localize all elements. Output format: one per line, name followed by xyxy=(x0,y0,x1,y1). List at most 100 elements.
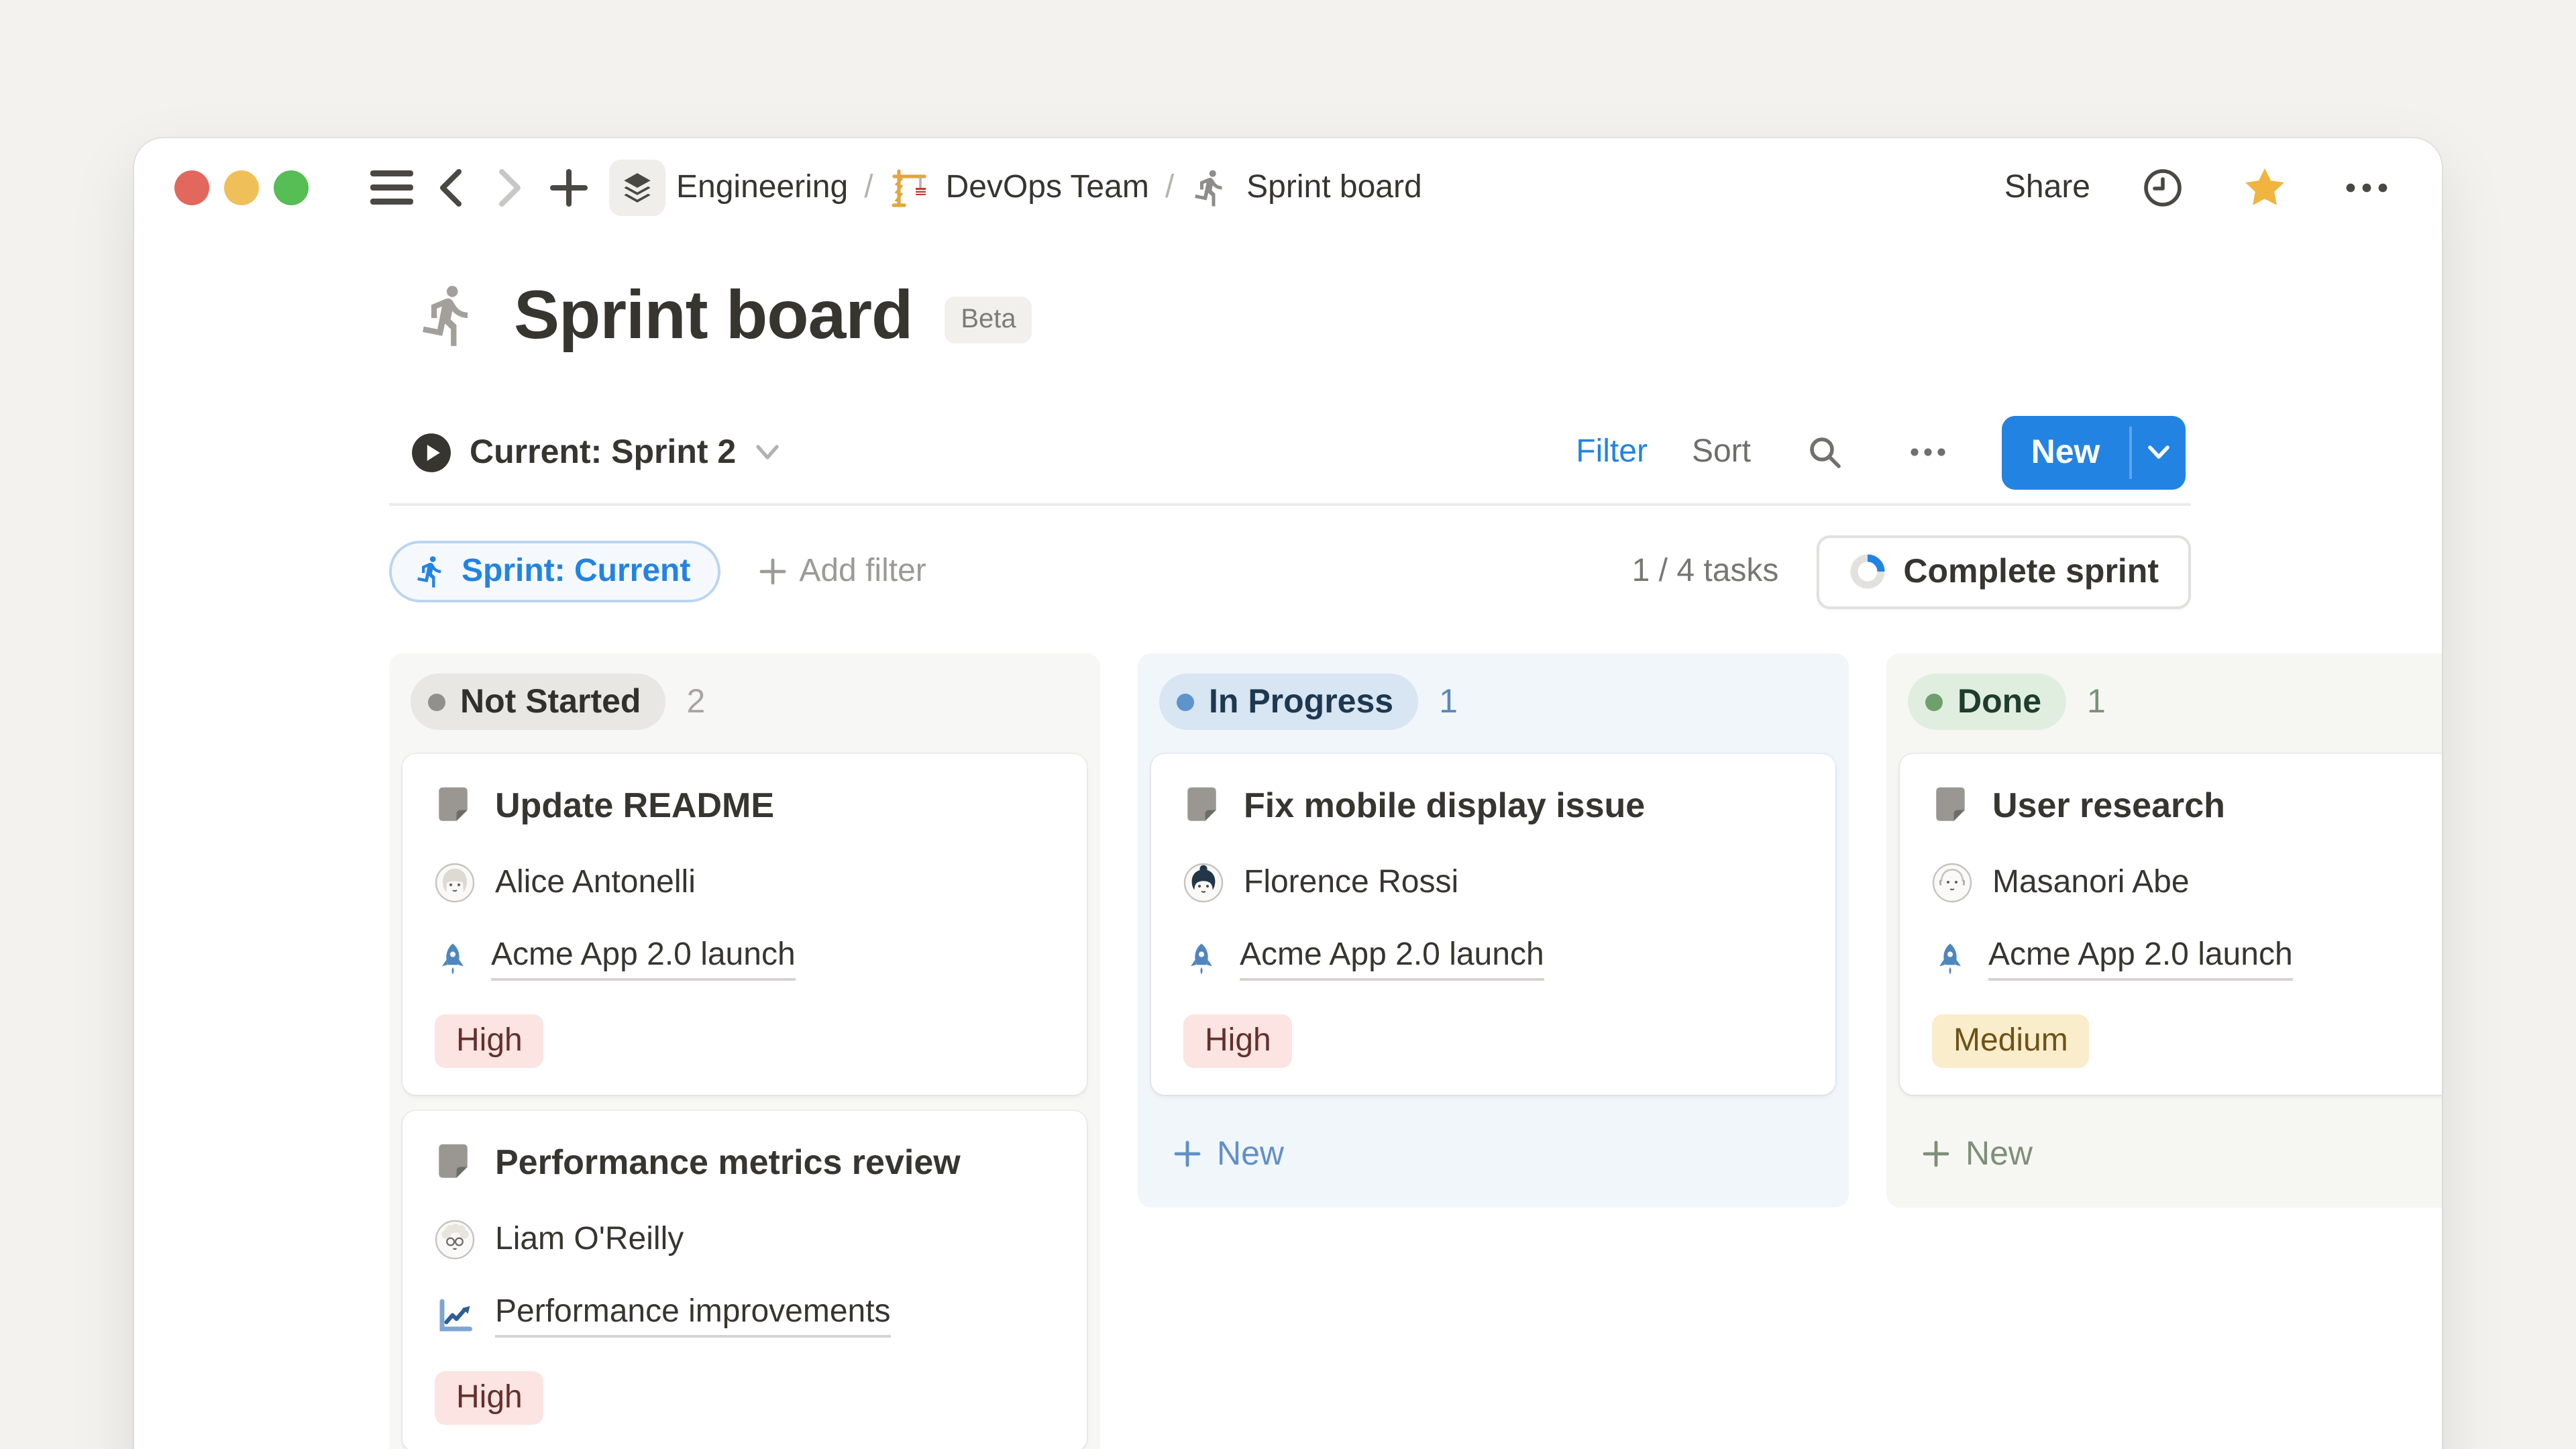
column-count: 1 xyxy=(1439,682,1458,721)
priority-badge: High xyxy=(435,1014,544,1068)
view-toolbar: Current: Sprint 2 Filter Sort xyxy=(411,411,2186,494)
workspace-switcher-button[interactable] xyxy=(609,160,665,216)
sprint-progress-label: 1 / 4 tasks xyxy=(1632,553,1779,590)
card-project-link[interactable]: Acme App 2.0 launch xyxy=(1240,936,1544,981)
status-pill-done[interactable]: Done xyxy=(1908,674,2065,730)
sprint-view-selector[interactable]: Current: Sprint 2 xyxy=(411,431,780,473)
rocket-icon xyxy=(1932,938,1968,979)
window-controls xyxy=(174,170,309,205)
back-button[interactable] xyxy=(421,158,480,217)
add-card-button[interactable]: New xyxy=(1886,1111,2442,1181)
updates-button[interactable] xyxy=(2133,158,2192,217)
page-title: Sprint board xyxy=(514,275,912,354)
status-dot xyxy=(428,693,445,710)
hamburger-menu-icon xyxy=(370,168,413,208)
add-filter-button[interactable]: Add filter xyxy=(757,553,926,590)
rocket-icon xyxy=(435,938,471,979)
priority-badge: High xyxy=(1183,1014,1293,1068)
card-assignee: Alice Antonelli xyxy=(495,864,696,902)
card-title: Performance metrics review xyxy=(495,1141,961,1183)
more-options-icon[interactable] xyxy=(2337,158,2396,217)
card-assignee: Florence Rossi xyxy=(1244,864,1458,902)
forward-button[interactable] xyxy=(480,158,539,217)
avatar xyxy=(435,1220,475,1260)
avatar xyxy=(1932,863,1972,903)
page-header: Sprint board Beta xyxy=(415,275,1032,354)
titlebar-actions: Share xyxy=(2004,158,2396,217)
page-file-icon xyxy=(435,1140,475,1183)
chart-increase-icon xyxy=(435,1295,475,1336)
task-card-fix-mobile-display-issue[interactable]: Fix mobile display issue xyxy=(1151,754,1835,1095)
status-dot xyxy=(1177,693,1194,710)
card-project-link[interactable]: Acme App 2.0 launch xyxy=(1988,936,2293,981)
sprint-filter-chip[interactable]: Sprint: Current xyxy=(389,541,720,602)
crane-icon xyxy=(890,168,930,208)
minimize-window-button[interactable] xyxy=(224,170,259,205)
breadcrumb: Engineering / DevOps Team / xyxy=(676,168,1422,208)
plus-icon xyxy=(1921,1139,1951,1169)
breadcrumb-item-sprint-board[interactable]: Sprint board xyxy=(1246,169,1422,207)
column-count: 1 xyxy=(2087,682,2106,721)
sort-button[interactable]: Sort xyxy=(1692,433,1751,471)
chevron-left-icon xyxy=(433,166,468,209)
column-header: In Progress 1 xyxy=(1138,653,1849,730)
new-task-button[interactable]: New xyxy=(2002,415,2186,489)
status-pill-in-progress[interactable]: In Progress xyxy=(1159,674,1417,730)
share-button[interactable]: Share xyxy=(2004,169,2090,207)
filter-bar: Sprint: Current Add filter 1 / 4 tasks xyxy=(389,530,2191,613)
maximize-window-button[interactable] xyxy=(274,170,309,205)
search-icon[interactable] xyxy=(1795,423,1854,482)
priority-badge: Medium xyxy=(1932,1014,2090,1068)
task-card-user-research[interactable]: User research xyxy=(1900,754,2442,1095)
breadcrumb-item-engineering[interactable]: Engineering xyxy=(676,169,848,207)
plus-icon xyxy=(1173,1139,1202,1169)
close-window-button[interactable] xyxy=(174,170,209,205)
filter-button[interactable]: Filter xyxy=(1576,433,1648,471)
window-titlebar: Engineering / DevOps Team / xyxy=(134,138,2442,237)
card-assignee: Liam O'Reilly xyxy=(495,1221,684,1258)
card-project-link[interactable]: Performance improvements xyxy=(495,1293,891,1338)
breadcrumb-separator: / xyxy=(1165,169,1174,207)
complete-sprint-button[interactable]: Complete sprint xyxy=(1816,535,2191,608)
sidebar-toggle-button[interactable] xyxy=(362,158,421,217)
column-count: 2 xyxy=(686,682,705,721)
rocket-icon xyxy=(1183,938,1220,979)
page-file-icon xyxy=(1183,784,1224,826)
desktop-background: Engineering / DevOps Team / xyxy=(0,0,2576,1449)
task-card-performance-metrics-review[interactable]: Performance metrics review xyxy=(402,1111,1087,1449)
breadcrumb-item-devops-team[interactable]: DevOps Team xyxy=(946,169,1149,207)
new-page-button[interactable] xyxy=(539,158,598,217)
chevron-right-icon xyxy=(492,166,527,209)
card-project-link[interactable]: Acme App 2.0 launch xyxy=(491,936,796,981)
runner-page-icon[interactable] xyxy=(415,281,482,348)
status-pill-not-started[interactable]: Not Started xyxy=(411,674,665,730)
view-tools: Filter Sort New xyxy=(1576,415,2186,489)
play-circle-icon xyxy=(411,431,452,473)
task-card-update-readme[interactable]: Update README Alice xyxy=(402,754,1087,1095)
runner-icon xyxy=(1190,168,1230,208)
card-assignee: Masanori Abe xyxy=(1992,864,2190,902)
favorite-star-icon[interactable] xyxy=(2235,158,2294,217)
view-more-options-icon[interactable] xyxy=(1898,423,1957,482)
page-file-icon xyxy=(1932,784,1972,826)
plus-icon xyxy=(549,168,589,208)
chevron-down-icon[interactable] xyxy=(2132,415,2186,489)
column-header: Done 1 xyxy=(1886,653,2442,730)
stacked-layers-icon xyxy=(621,172,653,204)
progress-ring-icon xyxy=(1848,553,1886,590)
app-window: Engineering / DevOps Team / xyxy=(134,138,2442,1449)
plus-icon xyxy=(757,557,787,586)
page-file-icon xyxy=(435,784,475,826)
card-title: Fix mobile display issue xyxy=(1244,784,1645,826)
avatar xyxy=(1183,863,1224,903)
clock-icon xyxy=(2141,166,2184,209)
chevron-down-icon xyxy=(753,443,780,462)
breadcrumb-separator: / xyxy=(864,169,873,207)
status-dot xyxy=(1925,693,1943,710)
beta-badge: Beta xyxy=(945,297,1032,343)
add-card-button[interactable]: New xyxy=(1138,1111,1849,1181)
kanban-board: Not Started 2 Update xyxy=(389,653,2442,1449)
board-column-done: Done 1 User research xyxy=(1886,653,2442,1208)
runner-icon xyxy=(413,554,448,589)
avatar xyxy=(435,863,475,903)
